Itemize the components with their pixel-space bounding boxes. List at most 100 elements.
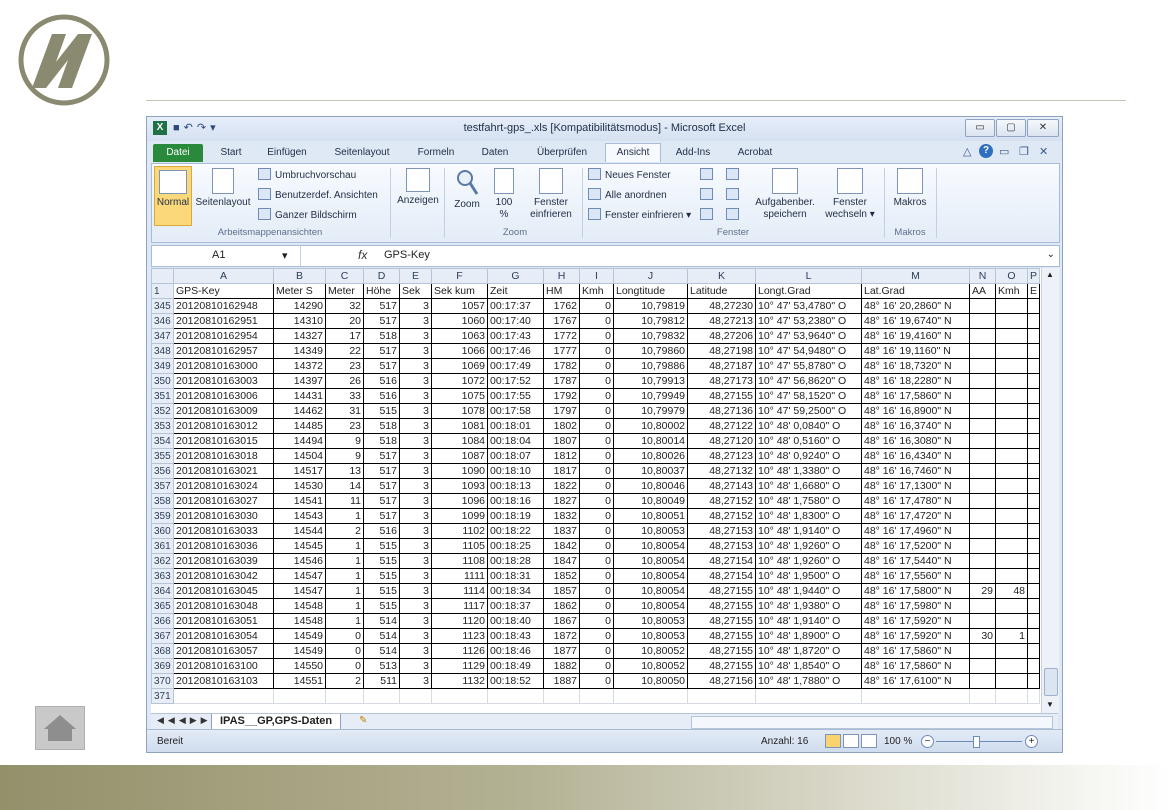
data-cell[interactable]: 2 xyxy=(325,673,364,689)
data-cell[interactable]: 23 xyxy=(325,418,364,434)
custom-views-button[interactable]: Benutzerdef. Ansichten xyxy=(258,188,378,203)
data-cell[interactable]: 10° 48' 1,9260" O xyxy=(755,553,862,569)
data-cell[interactable] xyxy=(1026,343,1041,359)
zoom-knob[interactable] xyxy=(973,736,980,748)
data-cell[interactable]: 1 xyxy=(325,598,364,614)
data-cell[interactable]: 00:17:43 xyxy=(487,328,544,344)
data-cell[interactable]: 17 xyxy=(325,328,364,344)
data-cell[interactable]: 20120810163100 xyxy=(173,658,274,674)
row-number[interactable]: 370 xyxy=(151,673,174,689)
data-cell[interactable] xyxy=(995,298,1028,314)
data-cell[interactable]: 1090 xyxy=(431,463,488,479)
data-cell[interactable]: 14290 xyxy=(273,298,326,314)
row-number[interactable]: 1 xyxy=(151,283,174,299)
data-cell[interactable]: 0 xyxy=(579,508,614,524)
show-button[interactable]: Anzeigen xyxy=(396,168,440,207)
data-cell[interactable]: 00:17:37 xyxy=(487,298,544,314)
data-cell[interactable]: 48° 16' 19,4160" N xyxy=(861,328,970,344)
data-cell[interactable]: 48,27120 xyxy=(687,433,756,449)
data-cell[interactable]: 515 xyxy=(363,583,400,599)
data-cell[interactable]: 48° 16' 16,3740" N xyxy=(861,418,970,434)
data-cell[interactable] xyxy=(969,433,996,449)
data-cell[interactable]: 10° 47' 53,4780" O xyxy=(755,298,862,314)
data-cell[interactable]: 14517 xyxy=(273,463,326,479)
data-cell[interactable]: 00:17:52 xyxy=(487,373,544,389)
data-cell[interactable]: 48,27155 xyxy=(687,613,756,629)
data-cell[interactable]: 10° 48' 1,9260" O xyxy=(755,538,862,554)
data-cell[interactable] xyxy=(969,358,996,374)
data-cell[interactable]: 10,79886 xyxy=(613,358,688,374)
data-cell[interactable] xyxy=(1026,358,1041,374)
data-cell[interactable]: 517 xyxy=(363,358,400,374)
data-cell[interactable]: 20120810163039 xyxy=(173,553,274,569)
data-cell[interactable]: 14548 xyxy=(273,598,326,614)
data-cell[interactable]: 1797 xyxy=(543,403,580,419)
data-cell[interactable]: 00:17:49 xyxy=(487,358,544,374)
data-cell[interactable] xyxy=(1026,373,1041,389)
data-cell[interactable]: 10,80054 xyxy=(613,598,688,614)
data-cell[interactable]: 1767 xyxy=(543,313,580,329)
data-cell[interactable]: 1078 xyxy=(431,403,488,419)
data-cell[interactable]: 3 xyxy=(399,673,432,689)
data-cell[interactable] xyxy=(1026,478,1041,494)
data-cell[interactable] xyxy=(1026,553,1041,569)
data-cell[interactable] xyxy=(687,688,756,704)
data-cell[interactable]: 48,27173 xyxy=(687,373,756,389)
data-cell[interactable]: 20120810163012 xyxy=(173,418,274,434)
row-number[interactable]: 347 xyxy=(151,328,174,344)
header-cell[interactable]: Zeit xyxy=(487,283,544,299)
data-cell[interactable]: 3 xyxy=(399,448,432,464)
data-cell[interactable]: 00:18:01 xyxy=(487,418,544,434)
data-cell[interactable]: 10° 47' 53,9640" O xyxy=(755,328,862,344)
data-cell[interactable]: 0 xyxy=(579,583,614,599)
data-cell[interactable]: 14494 xyxy=(273,433,326,449)
data-cell[interactable] xyxy=(995,523,1028,539)
data-cell[interactable]: 0 xyxy=(579,463,614,479)
data-cell[interactable]: 48° 16' 17,1300" N xyxy=(861,478,970,494)
column-header[interactable]: M xyxy=(861,268,970,284)
data-cell[interactable]: 3 xyxy=(399,628,432,644)
data-cell[interactable]: 1807 xyxy=(543,433,580,449)
data-cell[interactable]: 14547 xyxy=(273,568,326,584)
data-cell[interactable]: 10,80026 xyxy=(613,448,688,464)
data-cell[interactable] xyxy=(969,313,996,329)
data-cell[interactable]: 1847 xyxy=(543,553,580,569)
data-cell[interactable] xyxy=(273,688,326,704)
data-cell[interactable]: 10,80054 xyxy=(613,583,688,599)
data-cell[interactable] xyxy=(1026,523,1041,539)
data-cell[interactable]: 48,27152 xyxy=(687,493,756,509)
column-header[interactable]: L xyxy=(755,268,862,284)
data-cell[interactable] xyxy=(995,388,1028,404)
data-cell[interactable]: 48° 16' 17,4720" N xyxy=(861,508,970,524)
data-cell[interactable]: 48,27156 xyxy=(687,673,756,689)
data-cell[interactable]: 1120 xyxy=(431,613,488,629)
data-cell[interactable]: 00:18:31 xyxy=(487,568,544,584)
data-cell[interactable]: 00:18:13 xyxy=(487,478,544,494)
data-cell[interactable]: 0 xyxy=(579,418,614,434)
data-cell[interactable]: 48,27153 xyxy=(687,523,756,539)
row-number[interactable]: 361 xyxy=(151,538,174,554)
data-cell[interactable]: 10° 47' 55,8780" O xyxy=(755,358,862,374)
data-cell[interactable]: 10° 47' 53,2380" O xyxy=(755,313,862,329)
data-cell[interactable]: 20120810162957 xyxy=(173,343,274,359)
data-cell[interactable]: 00:18:25 xyxy=(487,538,544,554)
data-cell[interactable]: 1069 xyxy=(431,358,488,374)
data-cell[interactable]: 48° 16' 18,7320" N xyxy=(861,358,970,374)
data-cell[interactable] xyxy=(969,568,996,584)
data-cell[interactable]: 29 xyxy=(969,583,996,599)
data-cell[interactable]: 9 xyxy=(325,448,364,464)
unhide-button[interactable] xyxy=(700,208,717,223)
header-cell[interactable]: Kmh xyxy=(579,283,614,299)
data-cell[interactable]: 1087 xyxy=(431,448,488,464)
doc-minimize-icon[interactable]: ▭ xyxy=(999,145,1009,158)
data-cell[interactable]: 00:17:46 xyxy=(487,343,544,359)
data-cell[interactable]: 1111 xyxy=(431,568,488,584)
data-cell[interactable]: 1114 xyxy=(431,583,488,599)
page-layout-status-icon[interactable] xyxy=(843,734,859,748)
data-cell[interactable]: 20120810163036 xyxy=(173,538,274,554)
column-header[interactable]: K xyxy=(687,268,756,284)
data-cell[interactable]: 20120810163054 xyxy=(173,628,274,644)
data-cell[interactable]: 0 xyxy=(579,493,614,509)
data-cell[interactable]: 515 xyxy=(363,598,400,614)
column-header[interactable]: N xyxy=(969,268,996,284)
